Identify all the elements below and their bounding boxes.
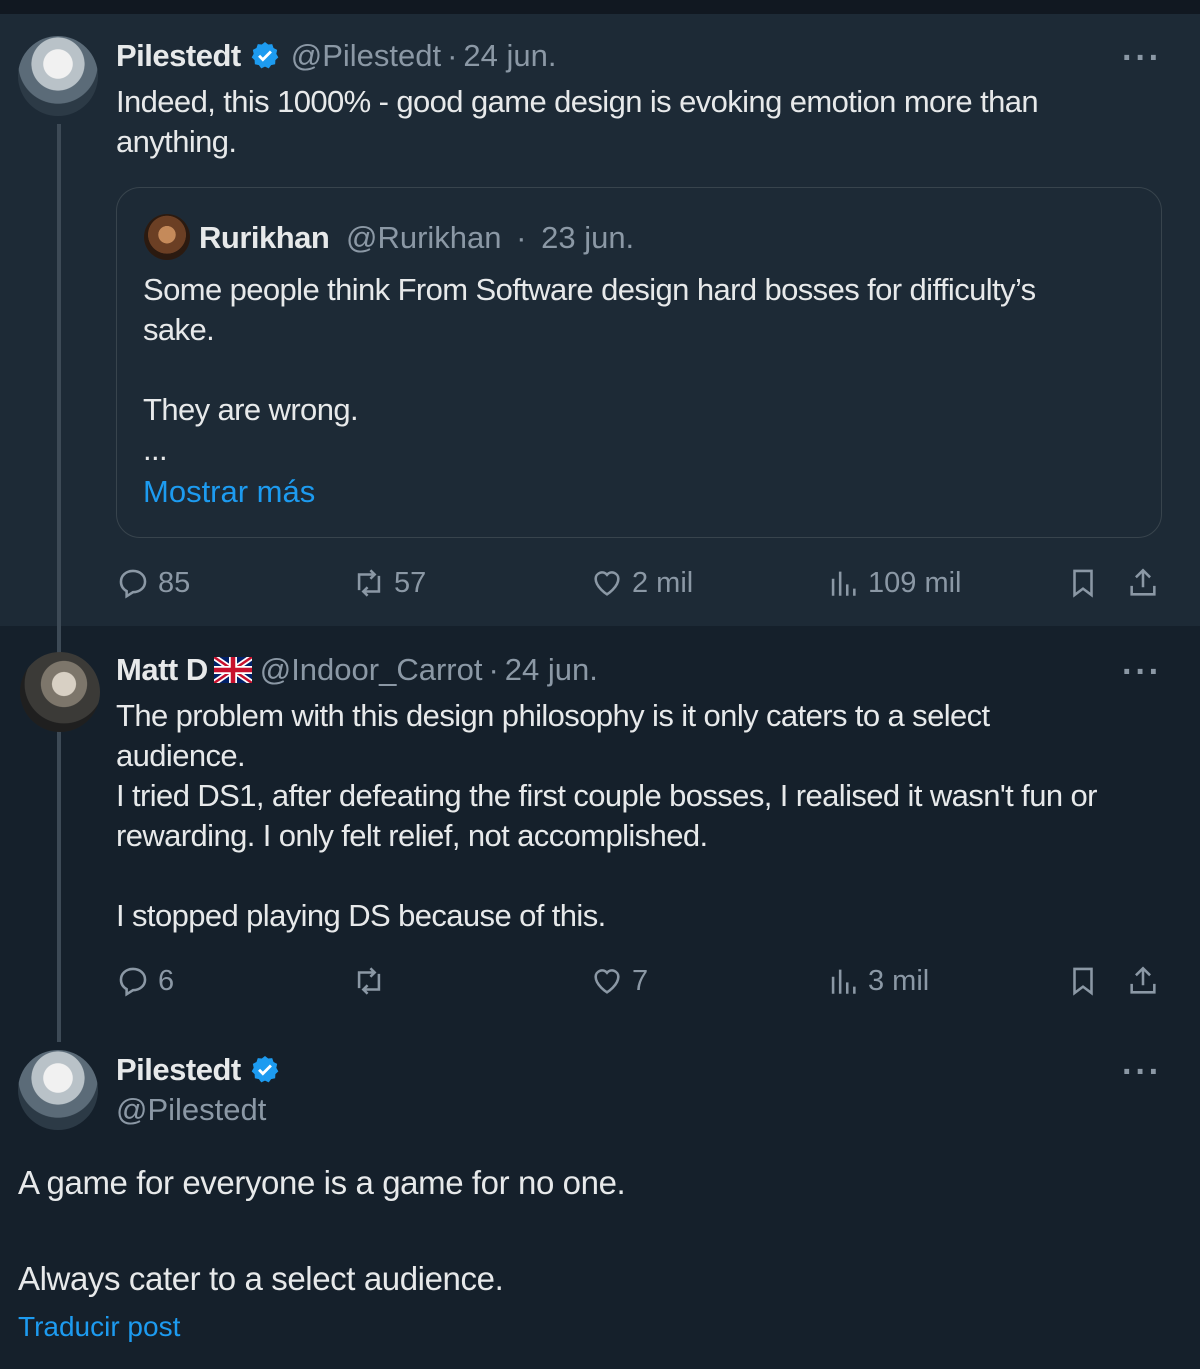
quoted-author-handle: @Rurikhan [345, 220, 502, 255]
reply-icon [119, 569, 147, 599]
like-button[interactable]: 2 mil [590, 566, 693, 600]
quoted-text: Some people think From Software design h… [143, 272, 1036, 467]
main-tweet-line-2: Always cater to a select audience. [18, 1260, 504, 1297]
uk-flag-icon [213, 657, 252, 683]
like-count: 2 mil [632, 566, 694, 599]
author-name[interactable]: Pilestedt [116, 1052, 241, 1088]
share-button[interactable] [1126, 566, 1168, 600]
like-button[interactable]: 7 [590, 964, 648, 998]
views-chart-icon [831, 969, 856, 994]
thread-line [57, 124, 61, 1042]
bookmark-button[interactable] [1066, 964, 1108, 998]
bookmark-button[interactable] [1066, 566, 1108, 600]
verified-badge-icon [251, 1056, 279, 1083]
views-button[interactable]: 109 mil [826, 566, 962, 600]
heart-icon [594, 571, 620, 596]
tweet-actions: 6 7 3 mil [116, 964, 1166, 1004]
like-count: 7 [632, 964, 649, 997]
dot-separator: · [516, 220, 527, 255]
bookmark-icon [1073, 967, 1093, 996]
retweet-button[interactable]: 57 [352, 566, 426, 600]
views-count: 3 mil [868, 964, 930, 997]
show-more-link[interactable]: Mostrar más [143, 474, 315, 510]
reply-count: 6 [158, 964, 175, 997]
main-tweet-line-1: A game for everyone is a game for no one… [18, 1164, 626, 1201]
author-handle[interactable]: @Pilestedt [116, 1092, 266, 1128]
author-handle[interactable]: @Indoor_Carrot [260, 652, 483, 688]
avatar[interactable] [20, 652, 100, 732]
tweet-actions: 85 57 2 mil 109 mil [116, 566, 1166, 606]
retweet-count: 57 [394, 566, 427, 599]
tweet-text: Indeed, this 1000% - good game design is… [116, 84, 1039, 159]
retweet-icon [357, 569, 381, 597]
reply-button[interactable]: 85 [116, 566, 190, 600]
author-handle[interactable]: @Pilestedt [291, 38, 441, 74]
more-options-icon[interactable]: ··· [1122, 655, 1162, 689]
quoted-tweet[interactable]: Rurikhan @Rurikhan · 23 jun. Some people… [116, 187, 1162, 538]
translate-post-link[interactable]: Traducir post [18, 1311, 180, 1343]
author-name[interactable]: Pilestedt [116, 38, 241, 74]
share-button[interactable] [1126, 964, 1168, 998]
heart-icon [594, 969, 620, 994]
bookmark-icon [1073, 569, 1093, 598]
share-icon [1130, 568, 1156, 596]
avatar[interactable] [18, 36, 98, 116]
reply-button[interactable]: 6 [116, 964, 174, 998]
share-icon [1130, 966, 1156, 994]
retweet-button[interactable] [352, 964, 394, 998]
tweet-date[interactable]: 24 jun. [463, 38, 556, 74]
views-chart-icon [831, 571, 856, 596]
avatar[interactable] [18, 1050, 98, 1130]
reply-icon [119, 967, 147, 997]
views-button[interactable]: 3 mil [826, 964, 929, 998]
tweet-date[interactable]: 24 jun. [505, 652, 598, 688]
quoted-date: 23 jun. [541, 220, 635, 255]
retweet-icon [357, 967, 381, 995]
top-strip [0, 0, 1200, 14]
quoted-avatar [144, 214, 190, 260]
dot-separator: · [447, 38, 458, 73]
tweet-text: The problem with this design philosophy … [116, 698, 1097, 933]
dot-separator: · [488, 652, 499, 687]
reply-count: 85 [158, 566, 191, 599]
views-count: 109 mil [868, 566, 962, 599]
author-name[interactable]: Matt D [116, 652, 208, 688]
quoted-author-name: Rurikhan [199, 220, 330, 255]
verified-badge-icon [251, 42, 279, 69]
more-options-icon[interactable]: ··· [1122, 41, 1162, 75]
more-options-icon[interactable]: ··· [1122, 1055, 1162, 1089]
